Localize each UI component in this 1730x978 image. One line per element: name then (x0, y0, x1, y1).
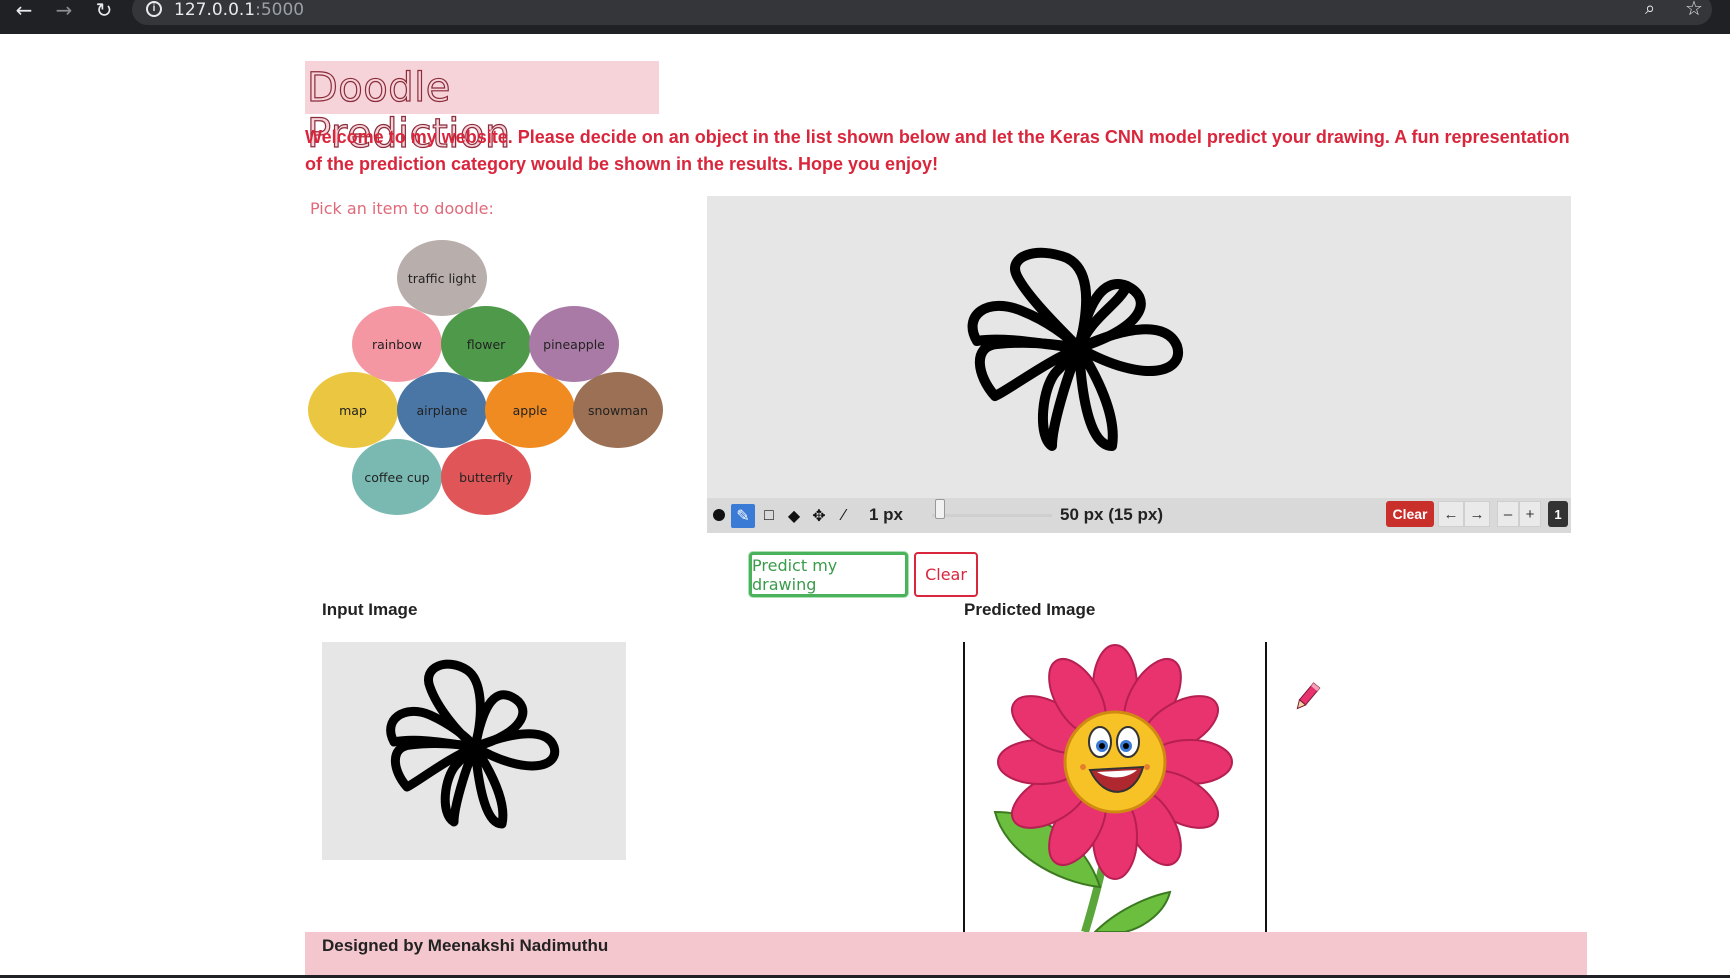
address-bar[interactable] (132, 0, 1712, 25)
brush-size-slider[interactable] (932, 514, 1052, 517)
layer-number-badge[interactable]: 1 (1548, 501, 1568, 527)
footer-credit: Designed by Meenakshi Nadimuthu (322, 936, 609, 955)
item-butterfly[interactable]: butterfly (441, 439, 531, 515)
item-apple[interactable]: apple (485, 372, 575, 448)
drawing-canvas[interactable] (707, 196, 1571, 533)
item-coffee-cup[interactable]: coffee cup (352, 439, 442, 515)
pick-item-label: Pick an item to doodle: (310, 199, 494, 218)
input-image-title: Input Image (322, 600, 418, 619)
item-rainbow[interactable]: rainbow (352, 306, 442, 382)
doodle-flower-drawing (967, 247, 1184, 451)
back-icon[interactable]: ← (8, 0, 40, 22)
predicted-image (963, 642, 1267, 932)
rectangle-tool-icon[interactable]: □ (757, 504, 781, 528)
clear-button[interactable]: Clear (914, 552, 978, 597)
pencil-cursor-icon (1296, 682, 1321, 710)
intro-text: Welcome to my website. Please decide on … (305, 127, 1570, 174)
footer: Designed by Meenakshi Nadimuthu (305, 932, 1587, 978)
pencil-tool-icon[interactable]: ✎ (731, 504, 755, 528)
redo-button[interactable]: → (1464, 501, 1490, 527)
item-traffic-light[interactable]: traffic light (397, 240, 487, 316)
item-map[interactable]: map (308, 372, 398, 448)
zoom-in-button[interactable]: + (1519, 501, 1541, 527)
canvas-toolbar: ✎ □ ◆ ✥ ⁄ 1 px 50 px (15 px) Clear ← → –… (707, 498, 1571, 533)
predict-button[interactable]: Predict my drawing (749, 552, 908, 597)
forward-icon[interactable]: → (48, 0, 80, 22)
eyedropper-tool-icon[interactable]: ⁄ (832, 504, 856, 528)
brush-size-label: 50 px (15 px) (1060, 505, 1163, 524)
stroke-size-label: 1 px (869, 505, 904, 524)
undo-button[interactable]: ← (1438, 501, 1464, 527)
canvas-clear-button[interactable]: Clear (1386, 501, 1434, 527)
info-icon[interactable]: i (146, 1, 162, 17)
move-tool-icon[interactable]: ✥ (807, 504, 831, 528)
item-flower[interactable]: flower (441, 306, 531, 382)
item-airplane[interactable]: airplane (397, 372, 487, 448)
browser-toolbar: ← → ↻ i 127.0.0.1:5000 ⌕ ☆ (0, 0, 1730, 34)
brush-size-slider-handle[interactable] (935, 499, 945, 519)
item-pineapple[interactable]: pineapple (529, 306, 619, 382)
color-swatch-icon[interactable] (707, 503, 731, 527)
bookmark-star-icon[interactable]: ☆ (1685, 0, 1703, 21)
cartoon-flower-illustration (993, 644, 1233, 932)
item-snowman[interactable]: snowman (573, 372, 663, 448)
zoom-icon[interactable]: ⌕ (1645, 0, 1655, 19)
predicted-image-title: Predicted Image (964, 600, 1096, 619)
zoom-out-button[interactable]: – (1497, 501, 1519, 527)
reload-icon[interactable]: ↻ (88, 0, 120, 22)
input-image (322, 642, 626, 860)
url-text[interactable]: 127.0.0.1:5000 (174, 0, 304, 20)
page-title: Doodle Prediction (305, 61, 659, 158)
eraser-tool-icon[interactable]: ◆ (782, 504, 806, 528)
